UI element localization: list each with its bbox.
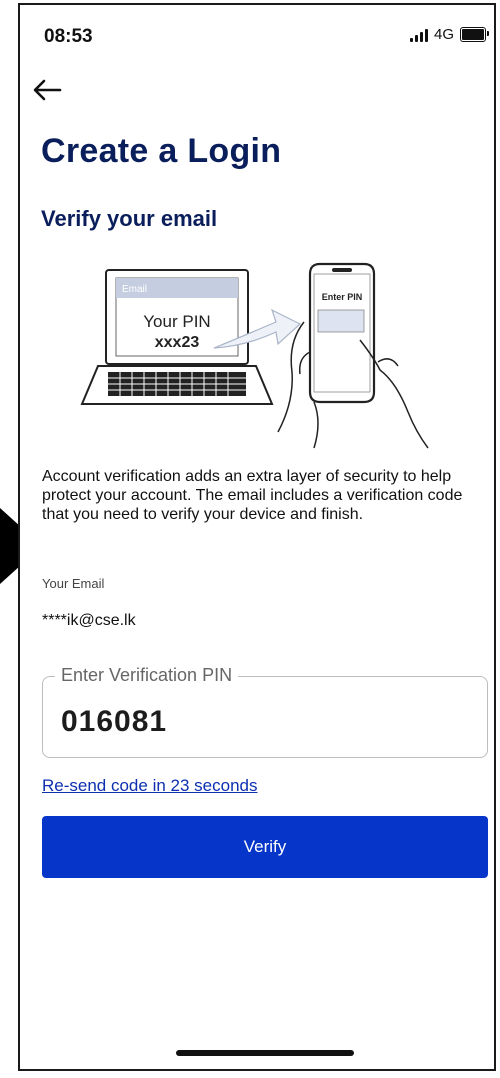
verification-description: Account verification adds an extra layer… [42, 468, 463, 523]
verify-button[interactable]: Verify [42, 816, 488, 878]
pin-field-label: Enter Verification PIN [55, 665, 239, 686]
phone-enter-pin-label: Enter PIN [322, 292, 363, 302]
status-time: 08:53 [44, 26, 93, 47]
network-type: 4G [433, 26, 454, 43]
page-subtitle: Verify your email [41, 206, 218, 231]
laptop-pin-line2: xxx23 [155, 334, 200, 351]
laptop-pin-line1: Your PIN [143, 312, 210, 331]
verification-pin-field[interactable]: Enter Verification PIN 016081 [42, 665, 488, 758]
status-icons: 4G [409, 26, 489, 43]
verification-illustration: Email Your PIN xxx23 Enter PIN [80, 262, 429, 449]
back-arrow-icon[interactable] [32, 78, 62, 102]
email-label: Your Email [42, 576, 105, 591]
email-value: ****ik@cse.lk [42, 612, 136, 629]
resend-code-link[interactable]: Re-send code in 23 seconds [42, 776, 257, 796]
pin-input-value[interactable]: 016081 [61, 705, 167, 739]
signal-icon [409, 28, 428, 42]
battery-icon [460, 27, 489, 42]
home-indicator [176, 1050, 354, 1056]
laptop-email-header: Email [122, 284, 147, 295]
page-title: Create a Login [41, 132, 282, 170]
